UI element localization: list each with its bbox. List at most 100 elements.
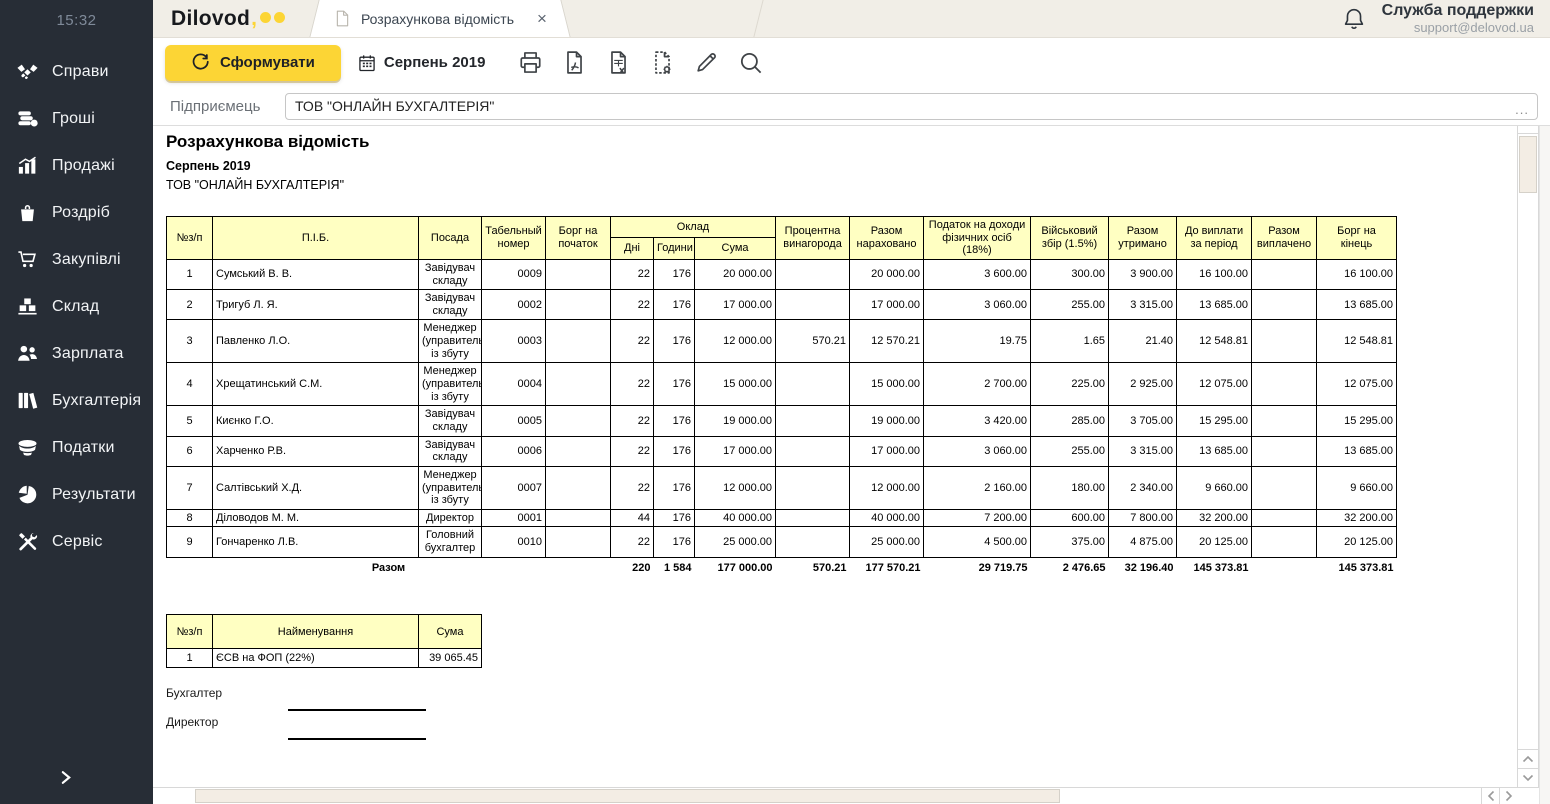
sidebar-item-sales[interactable]: Продажі: [0, 142, 153, 189]
report-period: Серпень 2019: [166, 159, 1506, 173]
vertical-scrollbar[interactable]: [1517, 126, 1539, 787]
signature-row: Директор: [166, 715, 426, 744]
sidebar-item-taxes[interactable]: Податки: [0, 424, 153, 471]
export-pdf-button[interactable]: [561, 49, 588, 76]
sidebar-item-label: Гроші: [52, 110, 95, 128]
signature-line: [288, 738, 426, 740]
column-header: Разом нараховано: [850, 217, 924, 260]
report-area: Розрахункова відомість Серпень 2019 ТОВ …: [153, 125, 1550, 804]
entrepreneur-input[interactable]: [285, 93, 1538, 120]
print-button[interactable]: [517, 49, 544, 76]
signatures: БухгалтерДиректор: [166, 686, 1506, 744]
column-header: Табельный номер: [482, 217, 546, 260]
column-header: Борг на кінець: [1317, 217, 1397, 260]
entrepreneur-field-row: Підприємець ...: [153, 87, 1550, 125]
report-company: ТОВ "ОНЛАЙН БУХГАЛТЕРІЯ": [166, 178, 1506, 192]
column-header: Сума: [419, 615, 482, 649]
books-icon: [15, 389, 39, 412]
sidebar-item-label: Сервіс: [52, 533, 103, 551]
scroll-left-button[interactable]: [1481, 788, 1499, 804]
esv-row: 1ЄСВ на ФОП (22%)39 065.45: [167, 649, 482, 668]
app-logo[interactable]: Dilovod,: [153, 0, 307, 37]
vscroll-thumb[interactable]: [1519, 136, 1537, 193]
esv-table: №з/пНайменуванняСума1ЄСВ на ФОП (22%)39 …: [166, 614, 482, 668]
scroll-up-button[interactable]: [1518, 749, 1538, 768]
payroll-row: 4Хрещатинський С.М.Менеджер (управитель)…: [167, 363, 1397, 406]
support-block[interactable]: Служба поддержки support@delovod.ua: [1340, 0, 1550, 37]
column-header: Разом виплачено: [1252, 217, 1317, 260]
warehouse-boxes-icon: [15, 295, 39, 318]
tab-title: Розрахункова відомість: [361, 11, 514, 27]
column-subheader: Дні: [611, 238, 654, 259]
payroll-table: №з/пП.І.Б.ПосадаТабельный номерБорг на п…: [166, 216, 1397, 576]
payroll-row: 6Харченко Р.В.Завідувач складу0006221761…: [167, 436, 1397, 466]
sidebar-item-money[interactable]: Гроші: [0, 95, 153, 142]
column-header: Разом утримано: [1109, 217, 1177, 260]
scroll-down-button[interactable]: [1518, 768, 1538, 787]
field-more-button[interactable]: ...: [1515, 106, 1529, 114]
calendar-icon: [357, 53, 377, 73]
column-header: Податок на доходи фізичних осіб (18%): [924, 217, 1031, 260]
logo-dot: [260, 12, 271, 23]
column-header: №з/п: [167, 217, 213, 260]
sidebar-item-label: Роздріб: [52, 204, 110, 222]
period-selector[interactable]: Серпень 2019: [357, 53, 486, 73]
signature-row: Бухгалтер: [166, 686, 426, 715]
bell-icon[interactable]: [1340, 5, 1368, 33]
sidebar-item-label: Справи: [52, 63, 109, 81]
sidebar-item-label: Податки: [52, 439, 115, 457]
logo-comma: ,: [251, 7, 257, 31]
entrepreneur-label: Підприємець: [170, 98, 285, 115]
generate-button[interactable]: Сформувати: [165, 45, 341, 81]
search-button[interactable]: [737, 49, 764, 76]
coins-icon: [15, 107, 39, 130]
sidebar-item-warehouse[interactable]: Склад: [0, 283, 153, 330]
payroll-row: 9Гончаренко Л.В.Головний бухгалтер001022…: [167, 527, 1397, 557]
sidebar-item-label: Закупівлі: [52, 251, 121, 269]
tools-icon: [15, 530, 39, 553]
cart-icon: [15, 248, 39, 271]
sidebar: 15:32 Справи Гроші Продажі Роздріб Закупівлі…: [0, 0, 153, 804]
sidebar-item-label: Зарплата: [52, 345, 124, 363]
sidebar-item-deals[interactable]: Справи: [0, 48, 153, 95]
hscroll-thumb[interactable]: [195, 789, 1060, 803]
refresh-icon: [191, 53, 210, 72]
scroll-right-button[interactable]: [1499, 788, 1517, 804]
sidebar-expand-button[interactable]: [58, 770, 73, 788]
app-window: 15:32 Справи Гроші Продажі Роздріб Закупівлі…: [0, 0, 1550, 804]
column-subheader: Сума: [695, 238, 776, 259]
tab-close-icon[interactable]: ×: [537, 9, 547, 29]
payroll-row: 2Тригуб Л. Я.Завідувач складу00022217617…: [167, 290, 1397, 320]
sidebar-item-accounting[interactable]: Бухгалтерія: [0, 377, 153, 424]
sidebar-item-results[interactable]: Результати: [0, 471, 153, 518]
document-icon: [333, 9, 352, 28]
column-header: Борг на початок: [546, 217, 611, 260]
chevron-right-icon: [58, 773, 73, 788]
sidebar-item-retail[interactable]: Роздріб: [0, 189, 153, 236]
scrollbar-corner: [1517, 787, 1539, 804]
edit-button[interactable]: [693, 49, 720, 76]
report-settings-button[interactable]: [649, 49, 676, 76]
period-label: Серпень 2019: [384, 54, 486, 71]
generate-label: Сформувати: [220, 54, 315, 71]
people-icon: [15, 342, 39, 365]
logo-dot: [274, 12, 285, 23]
clock: 15:32: [0, 0, 153, 40]
column-header: Оклад: [611, 217, 776, 238]
payroll-totals-row: Разом2201 584177 000.00570.21177 570.212…: [167, 557, 1397, 576]
bar-chart-icon: [15, 154, 39, 177]
payroll-row: 5Києнко Г.О.Завідувач складу00052217619 …: [167, 406, 1397, 436]
handshake-icon: [15, 60, 39, 83]
tab-payroll-report[interactable]: Розрахункова відомість ×: [323, 0, 557, 37]
column-subheader: Години: [654, 238, 695, 259]
window-edge-strip: [1539, 126, 1550, 804]
horizontal-scrollbar[interactable]: [153, 787, 1517, 804]
payroll-row: 8Діловодов М. М.Директор00014417640 000.…: [167, 509, 1397, 527]
sidebar-item-salary[interactable]: Зарплата: [0, 330, 153, 377]
sidebar-item-label: Результати: [52, 486, 136, 504]
column-header: П.І.Б.: [213, 217, 419, 260]
sidebar-item-purchases[interactable]: Закупівлі: [0, 236, 153, 283]
export-xls-button[interactable]: [605, 49, 632, 76]
sidebar-item-service[interactable]: Сервіс: [0, 518, 153, 565]
vscroll-top-button[interactable]: [1518, 126, 1538, 134]
